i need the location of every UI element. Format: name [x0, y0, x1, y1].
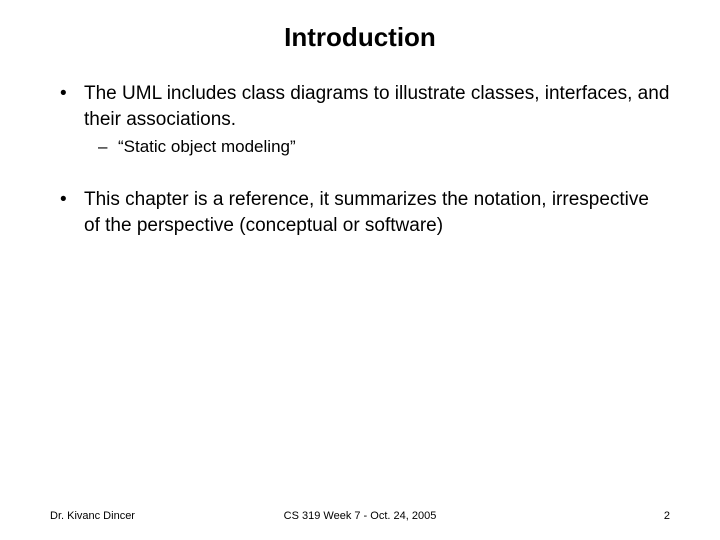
- footer-page-number: 2: [664, 510, 670, 522]
- slide-title: Introduction: [0, 0, 720, 61]
- list-item: This chapter is a reference, it summariz…: [50, 187, 670, 238]
- list-item: The UML includes class diagrams to illus…: [50, 81, 670, 159]
- bullet-text: This chapter is a reference, it summariz…: [84, 189, 649, 236]
- slide-content: The UML includes class diagrams to illus…: [0, 61, 720, 239]
- bullet-list: The UML includes class diagrams to illus…: [50, 81, 670, 239]
- slide-footer: Dr. Kivanc Dincer CS 319 Week 7 - Oct. 2…: [0, 510, 720, 522]
- footer-author: Dr. Kivanc Dincer: [50, 510, 135, 522]
- bullet-text: The UML includes class diagrams to illus…: [84, 83, 669, 130]
- sub-bullet-list: “Static object modeling”: [84, 136, 670, 159]
- slide: Introduction The UML includes class diag…: [0, 0, 720, 540]
- bullet-text: “Static object modeling”: [118, 137, 296, 156]
- footer-course: CS 319 Week 7 - Oct. 24, 2005: [284, 510, 437, 522]
- list-item: “Static object modeling”: [84, 136, 670, 159]
